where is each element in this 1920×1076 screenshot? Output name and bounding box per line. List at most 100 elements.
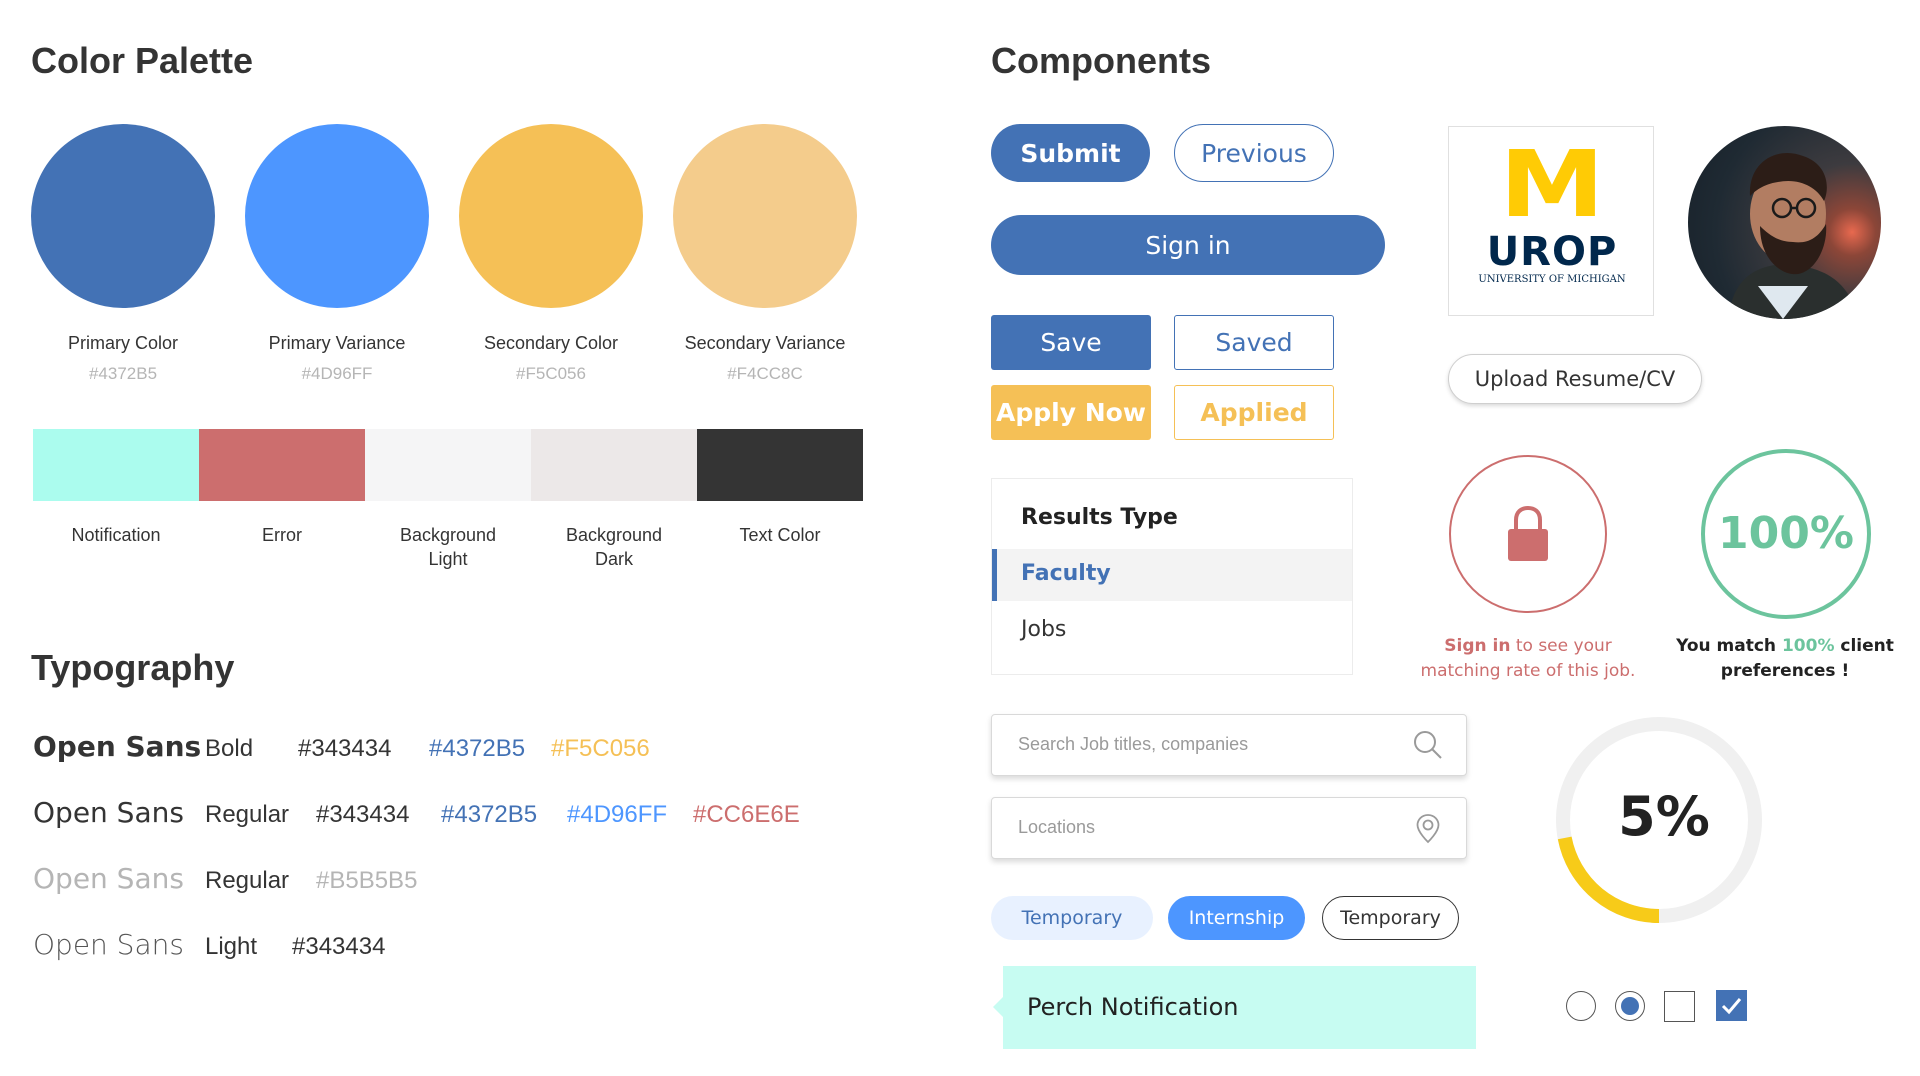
save-button[interactable]: Save xyxy=(991,315,1151,370)
match-value: 100% xyxy=(1718,508,1854,559)
typography-row-regular: Open Sans Regular #343434 #4372B5 #4D96F… xyxy=(33,796,800,829)
swatch-hex: #F5C056 xyxy=(516,364,586,383)
lock-note-text: to see your xyxy=(1510,636,1612,656)
progress-arc xyxy=(1557,836,1660,923)
bar-background-light xyxy=(365,429,531,501)
swatch-hex: #4D96FF xyxy=(301,364,373,383)
applied-button[interactable]: Applied xyxy=(1174,385,1334,440)
bar-error xyxy=(199,429,365,501)
bar-text-color xyxy=(697,429,863,501)
radio-dot xyxy=(1621,997,1639,1015)
swatch-secondary-variance xyxy=(673,124,857,308)
location-pin-icon xyxy=(1416,814,1440,844)
font-weight-label: Bold xyxy=(205,735,254,762)
previous-button[interactable]: Previous xyxy=(1174,124,1334,182)
lock-note-strong[interactable]: Sign in xyxy=(1444,636,1510,656)
font-sample: Open Sans xyxy=(33,862,184,895)
color-code: #4372B5 xyxy=(441,801,538,828)
avatar xyxy=(1688,126,1881,319)
typography-row-bold: Open Sans Bold #343434 #4372B5 #F5C056 xyxy=(33,730,650,763)
color-code: #B5B5B5 xyxy=(316,867,418,894)
swatch-label: Secondary Variance xyxy=(684,333,846,353)
bar-label: Notification xyxy=(71,525,161,545)
color-code: #343434 xyxy=(292,933,386,960)
location-input[interactable]: Locations xyxy=(991,797,1467,859)
swatch-primary-variance xyxy=(245,124,429,308)
progress-label: 5% xyxy=(1618,785,1710,848)
results-type-title: Results Type xyxy=(1021,505,1178,530)
checkbox-checked[interactable] xyxy=(1716,990,1747,1021)
font-sample: Open Sans xyxy=(33,928,184,961)
bar-background-dark xyxy=(531,429,697,501)
swatch-secondary-color xyxy=(459,124,643,308)
radio-unchecked[interactable] xyxy=(1566,991,1596,1021)
swatch-hex: #F4CC8C xyxy=(727,364,803,383)
match-note-text-2: client xyxy=(1834,636,1894,656)
results-item-label: Jobs xyxy=(1021,617,1067,642)
tag-internship[interactable]: Internship xyxy=(1168,896,1305,940)
match-note-pct: 100% xyxy=(1781,636,1835,656)
search-icon xyxy=(1414,731,1442,759)
match-note: You match 100% client preferences ! xyxy=(1660,634,1910,684)
checkbox-unchecked[interactable] xyxy=(1664,991,1695,1022)
bar-label: Background Dark xyxy=(565,525,663,569)
results-item-faculty[interactable]: Faculty xyxy=(992,549,1352,601)
palette-title: Color Palette xyxy=(31,40,254,81)
components-title: Components xyxy=(991,40,1211,81)
location-placeholder: Locations xyxy=(1018,817,1096,837)
match-ring: 100% xyxy=(1701,449,1871,619)
lock-ring xyxy=(1449,455,1607,613)
color-code: #CC6E6E xyxy=(693,801,800,828)
font-weight-label: Regular xyxy=(205,867,290,894)
lock-icon xyxy=(1508,505,1548,561)
font-weight-label: Regular xyxy=(205,801,290,828)
swatch-hex: #4372B5 xyxy=(88,364,158,383)
color-code: #343434 xyxy=(298,735,392,762)
swatch-label: Primary Color xyxy=(67,333,178,353)
sign-in-button[interactable]: Sign in xyxy=(991,215,1385,275)
results-item-jobs[interactable]: Jobs xyxy=(992,601,1352,657)
radio-checked[interactable] xyxy=(1615,991,1645,1021)
bar-label: Text Color xyxy=(739,525,821,545)
bar-label: Background Light xyxy=(399,525,497,569)
bar-notification xyxy=(33,429,199,501)
urop-logo-card: M UROP UNIVERSITY OF MICHIGAN xyxy=(1448,126,1654,316)
font-sample: Open Sans xyxy=(33,796,184,829)
apply-now-button[interactable]: Apply Now xyxy=(991,385,1151,440)
submit-button[interactable]: Submit xyxy=(991,124,1150,182)
bar-label: Error xyxy=(262,525,302,545)
urop-wordmark: UROP xyxy=(1486,229,1618,275)
color-code: #4372B5 xyxy=(429,735,526,762)
match-note-text: You match xyxy=(1676,636,1782,656)
results-item-label: Faculty xyxy=(1021,561,1111,586)
color-code: #F5C056 xyxy=(551,735,650,762)
person-avatar-icon xyxy=(1728,152,1858,319)
swatch-label: Secondary Color xyxy=(483,333,619,353)
search-input[interactable]: Search Job titles, companies xyxy=(991,714,1467,776)
results-type-panel: Results Type Faculty Jobs xyxy=(991,478,1353,675)
notification-text: Perch Notification xyxy=(1027,993,1239,1021)
lock-note-text-2: matching rate of this job. xyxy=(1420,661,1636,681)
tag-temporary-light[interactable]: Temporary xyxy=(991,896,1153,940)
swatch-primary-color xyxy=(31,124,215,308)
match-note-line2: preferences ! xyxy=(1720,661,1850,681)
color-code: #343434 xyxy=(316,801,410,828)
saved-button[interactable]: Saved xyxy=(1174,315,1334,370)
lock-note: Sign in to see your matching rate of thi… xyxy=(1400,634,1656,684)
typography-row-regular-gray: Open Sans Regular #B5B5B5 xyxy=(33,862,417,895)
search-placeholder: Search Job titles, companies xyxy=(1018,734,1249,754)
progress-ring: 5% xyxy=(1552,713,1766,927)
typography-title: Typography xyxy=(31,647,235,688)
tag-temporary-outline[interactable]: Temporary xyxy=(1322,896,1459,940)
university-name: UNIVERSITY OF MICHIGAN xyxy=(1478,274,1626,285)
notification-arrow xyxy=(993,997,1003,1017)
michigan-m-logo: M xyxy=(1499,131,1605,238)
color-code: #4D96FF xyxy=(567,801,668,828)
font-weight-label: Light xyxy=(205,933,258,960)
typography-row-light: Open Sans Light #343434 xyxy=(33,928,385,961)
swatch-label: Primary Variance xyxy=(268,333,406,353)
perch-notification: Perch Notification xyxy=(993,966,1476,1049)
checkmark-icon xyxy=(1721,998,1742,1015)
upload-resume-button[interactable]: Upload Resume/CV xyxy=(1448,354,1702,404)
font-sample: Open Sans xyxy=(33,730,202,763)
